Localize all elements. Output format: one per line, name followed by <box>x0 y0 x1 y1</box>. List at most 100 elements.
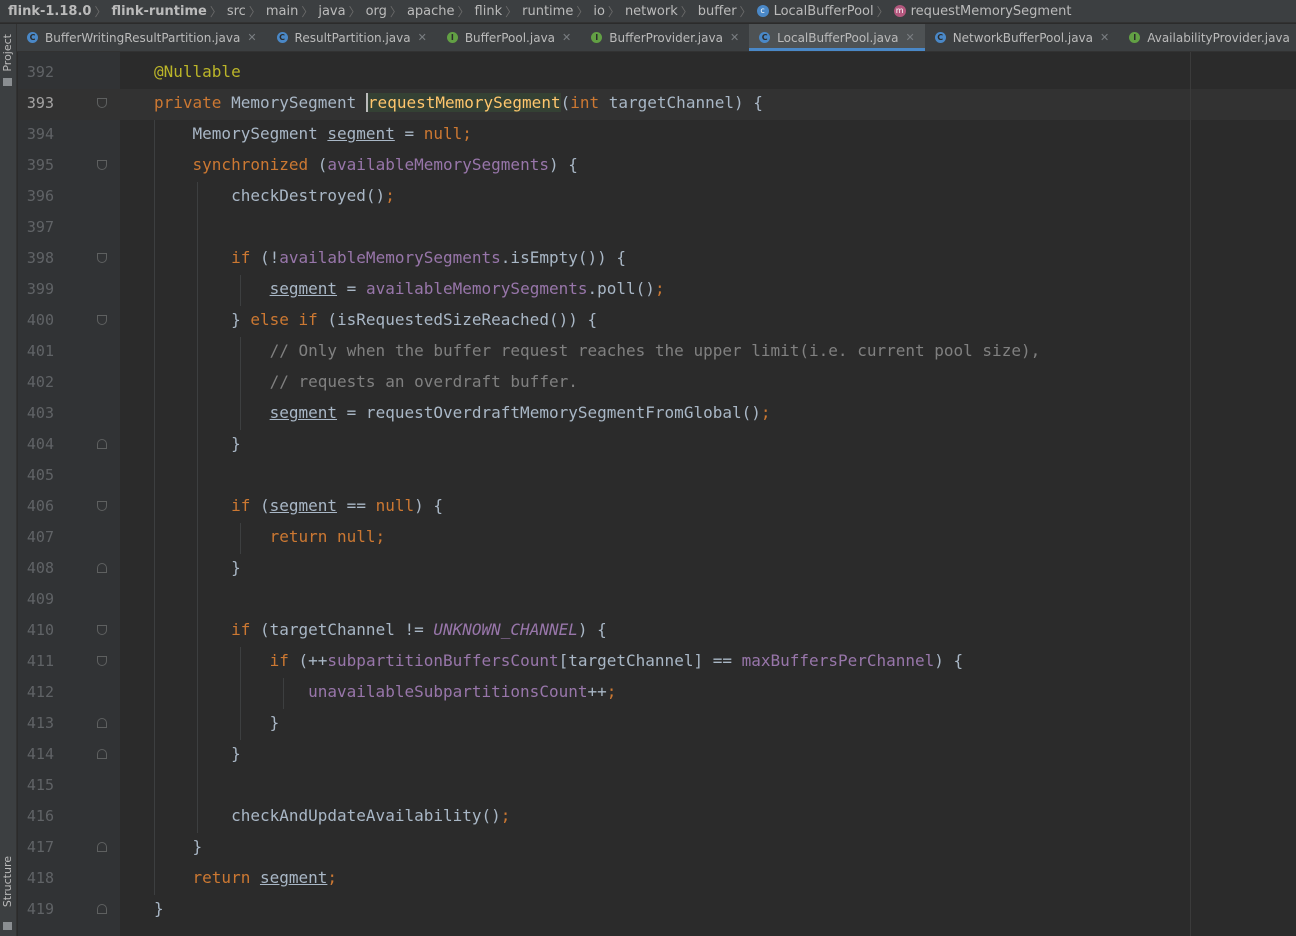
editor-tab[interactable]: IAvailabilityProvider.java✕ <box>1119 24 1296 51</box>
code-token: segment <box>269 279 338 298</box>
close-tab-icon[interactable]: ✕ <box>562 31 571 44</box>
code-token: } <box>154 713 280 732</box>
chevron-right-icon: 〉 <box>739 4 752 19</box>
code-text: } <box>154 558 241 577</box>
code-line[interactable]: 413 } <box>0 709 1296 740</box>
fold-end-icon[interactable] <box>97 439 107 449</box>
code-line[interactable]: 399 segment = availableMemorySegments.po… <box>0 275 1296 306</box>
breadcrumb-label: main <box>265 3 299 19</box>
code-token: } <box>154 310 251 329</box>
code-line[interactable]: 410 if (targetChannel != UNKNOWN_CHANNEL… <box>0 616 1296 647</box>
breadcrumb-item[interactable]: org <box>366 4 387 19</box>
breadcrumb-item[interactable]: flink <box>475 4 503 19</box>
editor-tab[interactable]: I BufferProvider.java ✕ <box>581 24 749 51</box>
code-line[interactable]: 402 // requests an overdraft buffer. <box>0 368 1296 399</box>
editor-tab[interactable]: C BufferWritingResultPartition.java ✕ <box>17 24 267 51</box>
code-line[interactable]: 414 } <box>0 740 1296 771</box>
code-token: segment <box>269 496 338 515</box>
code-token: ) { <box>548 155 578 174</box>
breadcrumb-item[interactable]: network <box>625 4 678 19</box>
fold-start-icon[interactable] <box>97 656 107 666</box>
chevron-right-icon: 〉 <box>248 4 261 19</box>
editor-tab[interactable]: I BufferPool.java ✕ <box>437 24 581 51</box>
editor-tab[interactable]: C NetworkBufferPool.java ✕ <box>925 24 1120 51</box>
code-line[interactable]: 403 segment = requestOverdraftMemorySegm… <box>0 399 1296 430</box>
fold-end-icon[interactable] <box>97 563 107 573</box>
chevron-right-icon: 〉 <box>680 4 693 19</box>
code-line[interactable]: 416 checkAndUpdateAvailability(); <box>0 802 1296 833</box>
breadcrumb-item[interactable]: flink-1.18.0 <box>8 4 91 19</box>
close-tab-icon[interactable]: ✕ <box>905 31 914 44</box>
code-line[interactable]: 394 MemorySegment segment = null; <box>0 120 1296 151</box>
close-tab-icon[interactable]: ✕ <box>730 31 739 44</box>
close-tab-icon[interactable]: ✕ <box>247 31 256 44</box>
code-line[interactable]: 407 return null; <box>0 523 1296 554</box>
code-line[interactable]: 411 if (++subpartitionBuffersCount[targe… <box>0 647 1296 678</box>
code-line[interactable]: 401 // Only when the buffer request reac… <box>0 337 1296 368</box>
code-line[interactable]: 419} <box>0 895 1296 926</box>
code-token: ; <box>760 403 771 422</box>
code-token: = requestOverdraftMemorySegmentFromGloba… <box>337 403 761 422</box>
code-token: if <box>154 496 260 515</box>
code-line[interactable]: 393 private MemorySegment requestMemorySe… <box>0 89 1296 120</box>
code-line[interactable]: 398 if (!availableMemorySegments.isEmpty… <box>0 244 1296 275</box>
breadcrumb-item[interactable]: buffer <box>698 4 737 19</box>
editor-tab[interactable]: C LocalBufferPool.java ✕ <box>749 24 925 51</box>
code-line[interactable]: 400 } else if (isRequestedSizeReached())… <box>0 306 1296 337</box>
code-line[interactable]: 408 } <box>0 554 1296 585</box>
code-text: return null; <box>154 527 386 546</box>
code-line[interactable]: 418 return segment; <box>0 864 1296 895</box>
code-token: private <box>154 93 232 112</box>
breadcrumb-item[interactable]: m requestMemorySegment <box>893 4 1071 19</box>
code-token: availableMemorySegments <box>279 248 501 267</box>
code-line[interactable]: 404 } <box>0 430 1296 461</box>
fold-end-icon[interactable] <box>97 718 107 728</box>
breadcrumb-item[interactable]: apache <box>407 4 455 19</box>
code-token: unavailableSubpartitionsCount <box>308 682 588 701</box>
breadcrumb-item[interactable]: java <box>318 4 345 19</box>
fold-end-icon[interactable] <box>97 904 107 914</box>
code-token: = <box>394 124 424 143</box>
fold-end-icon[interactable] <box>97 842 107 852</box>
chevron-right-icon: 〉 <box>301 4 314 19</box>
breadcrumb-label: flink-1.18.0 <box>8 3 92 19</box>
code-token: checkAndUpdateAvailability() <box>154 806 501 825</box>
chevron-right-icon: 〉 <box>505 4 518 19</box>
code-line[interactable]: 409 <box>0 585 1296 616</box>
code-line[interactable]: 392 @Nullable <box>0 58 1296 89</box>
fold-start-icon[interactable] <box>97 98 107 108</box>
breadcrumb-item[interactable]: runtime <box>522 4 573 19</box>
close-tab-icon[interactable]: ✕ <box>1100 31 1109 44</box>
code-line[interactable]: 396 checkDestroyed(); <box>0 182 1296 213</box>
code-token: segment <box>327 124 395 143</box>
code-line[interactable]: 397 <box>0 213 1296 244</box>
code-text: segment = availableMemorySegments.poll()… <box>154 279 665 298</box>
code-text: checkDestroyed(); <box>154 186 395 205</box>
fold-start-icon[interactable] <box>97 253 107 263</box>
code-line[interactable]: 405 <box>0 461 1296 492</box>
breadcrumb-item[interactable]: flink-runtime <box>111 4 206 19</box>
tab-label: BufferProvider.java <box>609 30 723 45</box>
code-token: null <box>375 496 415 515</box>
fold-start-icon[interactable] <box>97 160 107 170</box>
fold-start-icon[interactable] <box>97 625 107 635</box>
code-lines[interactable]: 392 @Nullable 393 private MemorySegment req… <box>0 58 1296 926</box>
method-icon: m <box>893 5 906 17</box>
close-tab-icon[interactable]: ✕ <box>418 31 427 44</box>
code-line[interactable]: 412 unavailableSubpartitionsCount++; <box>0 678 1296 709</box>
fold-start-icon[interactable] <box>97 315 107 325</box>
code-line[interactable]: 406 if (segment == null) { <box>0 492 1296 523</box>
code-token: ) { <box>577 620 607 639</box>
class-icon: C <box>934 32 946 43</box>
fold-start-icon[interactable] <box>97 501 107 511</box>
breadcrumb-item[interactable]: src <box>227 4 246 19</box>
breadcrumb-item[interactable]: c LocalBufferPool <box>756 4 874 19</box>
code-line[interactable]: 395 synchronized (availableMemorySegment… <box>0 151 1296 182</box>
code-line[interactable]: 417 } <box>0 833 1296 864</box>
breadcrumb-item[interactable]: main <box>266 4 298 19</box>
breadcrumb-item[interactable]: io <box>593 4 605 19</box>
line-number: 397 <box>26 218 54 236</box>
fold-end-icon[interactable] <box>97 749 107 759</box>
code-line[interactable]: 415 <box>0 771 1296 802</box>
editor-tab[interactable]: C ResultPartition.java ✕ <box>267 24 437 51</box>
